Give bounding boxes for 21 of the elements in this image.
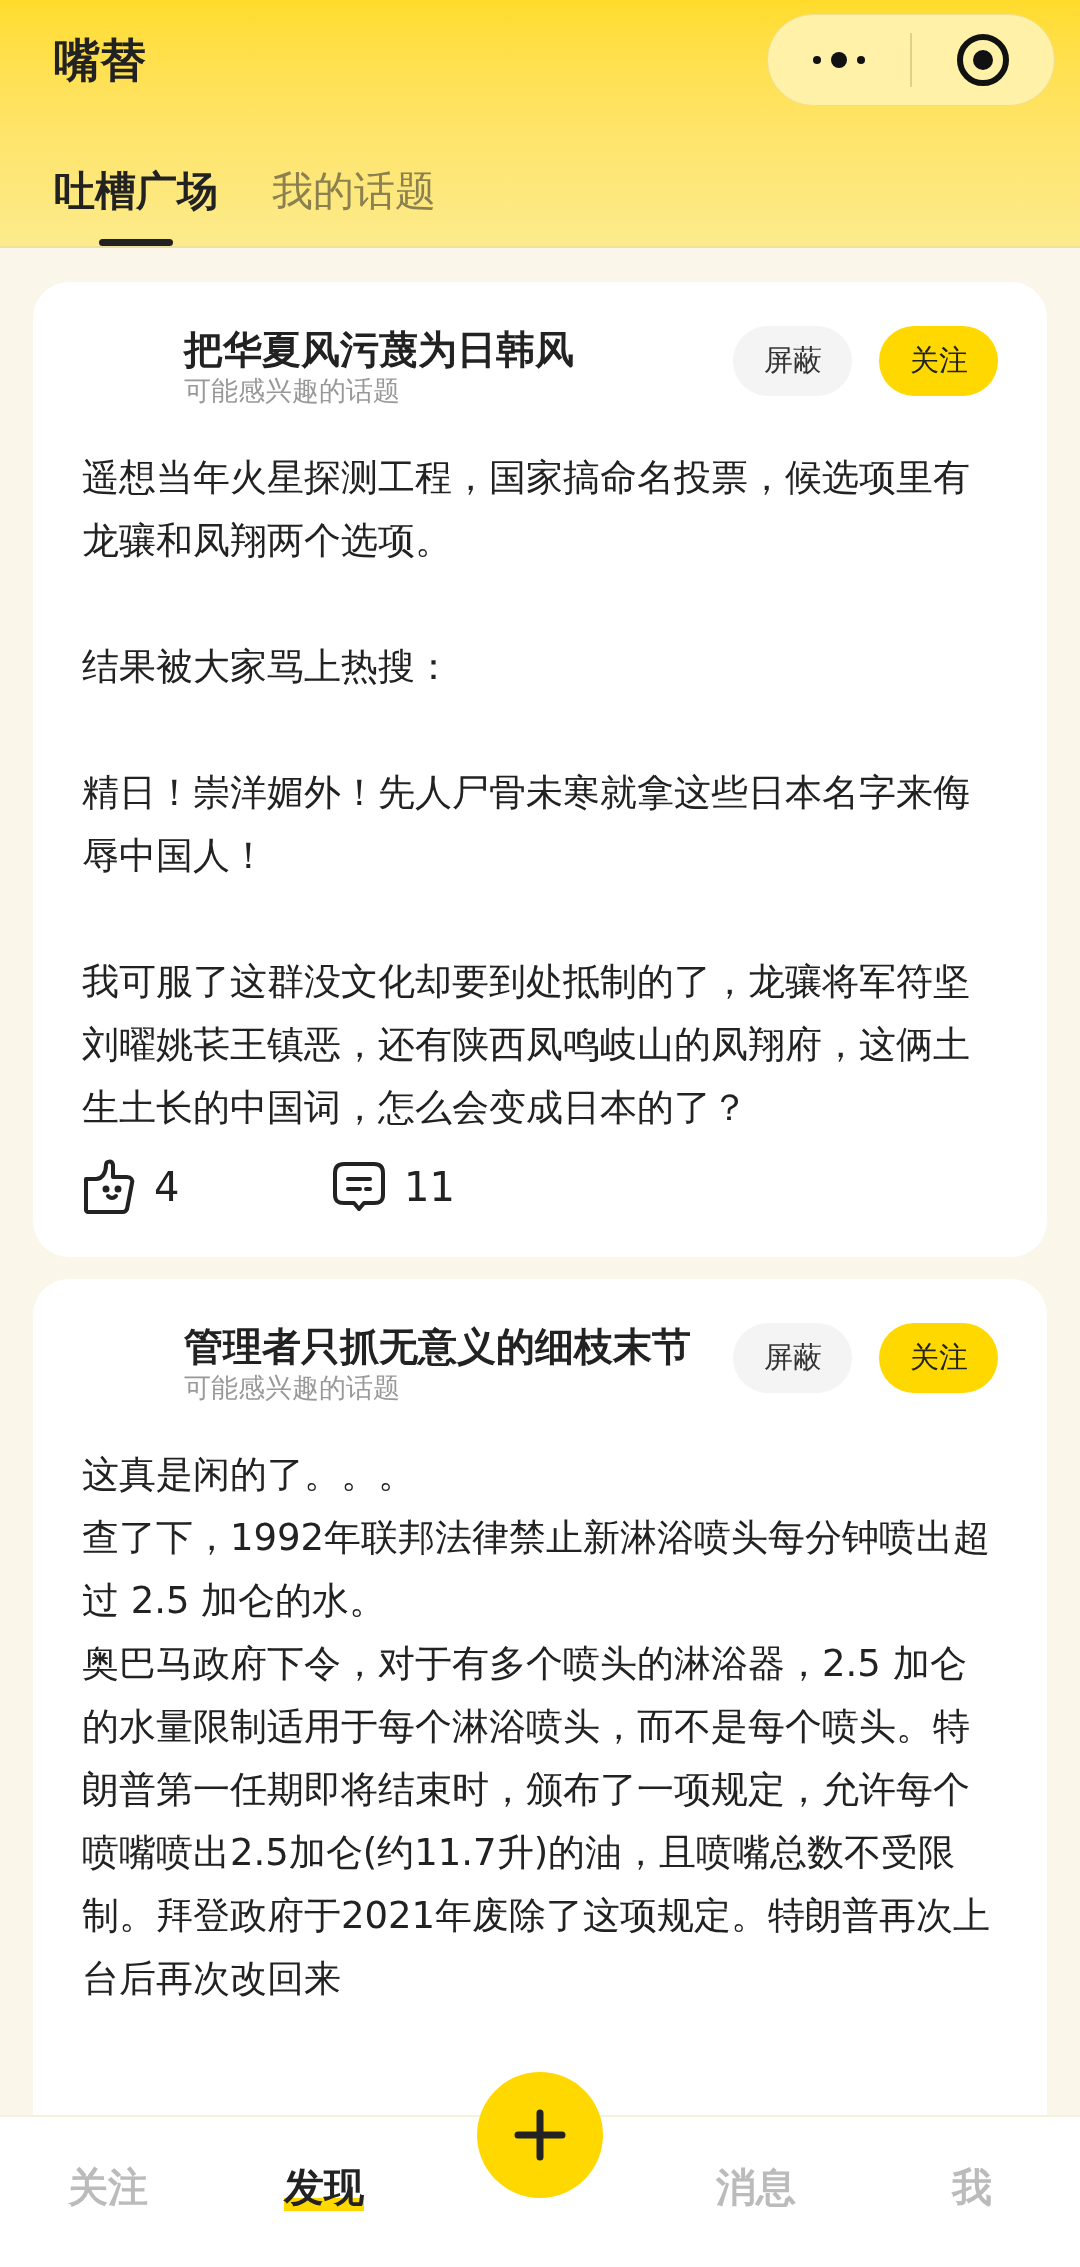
topic-title: 把华夏风污蔑为日韩风 <box>184 326 575 374</box>
post-paragraph: 我可服了这群没文化却要到处抵制的了，龙骧将军符坚刘曜姚苌王镇恶，还有陕西凤鸣岐山的凤翔府，这俩土生土长的中国词，怎么会变成日本的了？ <box>82 959 971 1131</box>
plus-icon <box>514 2109 566 2161</box>
post-paragraph: 奥巴马政府下令，对于有多个喷头的淋浴器，2.5 加仑的水量限制适用于每个淋浴喷头，而不是每个喷头。特朗普第一任期即将结束时，颁布了一项规定，允许每个喷嘴喷出2.5加仑(约11.7升)的油，且喷嘴总数不受限制。拜登政府于2021年废除了这项规定。特朗普再次上台后再次改回来 <box>82 1641 992 2002</box>
tab[interactable]: 吐槽广场 <box>54 163 218 246</box>
topic-subtitle: 可能感兴趣的话题 <box>184 1371 400 1405</box>
comment-count: 11 <box>404 1163 455 1212</box>
topic-subtitle: 可能感兴趣的话题 <box>184 374 400 408</box>
post-paragraph: 这真是闲的了。。。 <box>82 1452 416 1498</box>
topic-title: 管理者只抓无意义的细枝末节 <box>184 1323 692 1371</box>
block-button[interactable]: 屏蔽 <box>733 1323 852 1393</box>
post-paragraph: 结果被大家骂上热搜： <box>82 644 453 690</box>
like-count: 4 <box>154 1163 180 1212</box>
post-paragraph: 查了下，1992年联邦法律禁止新淋浴喷头每分钟喷出超过 2.5 加仑的水。 <box>82 1515 992 1624</box>
post-paragraph: 遥想当年火星探测工程，国家搞命名投票，候选项里有龙骧和凤翔两个选项。 <box>82 455 971 564</box>
follow-button[interactable]: 关注 <box>879 326 998 396</box>
comment-bubble-icon <box>332 1161 386 1213</box>
post-paragraph: 精日！崇洋媚外！先人尸骨未寒就拿这些日本名字来侮辱中国人！ <box>82 770 971 879</box>
block-button[interactable]: 屏蔽 <box>733 326 852 396</box>
follow-button[interactable]: 关注 <box>879 1323 998 1393</box>
app-title: 嘴替 <box>54 31 146 89</box>
